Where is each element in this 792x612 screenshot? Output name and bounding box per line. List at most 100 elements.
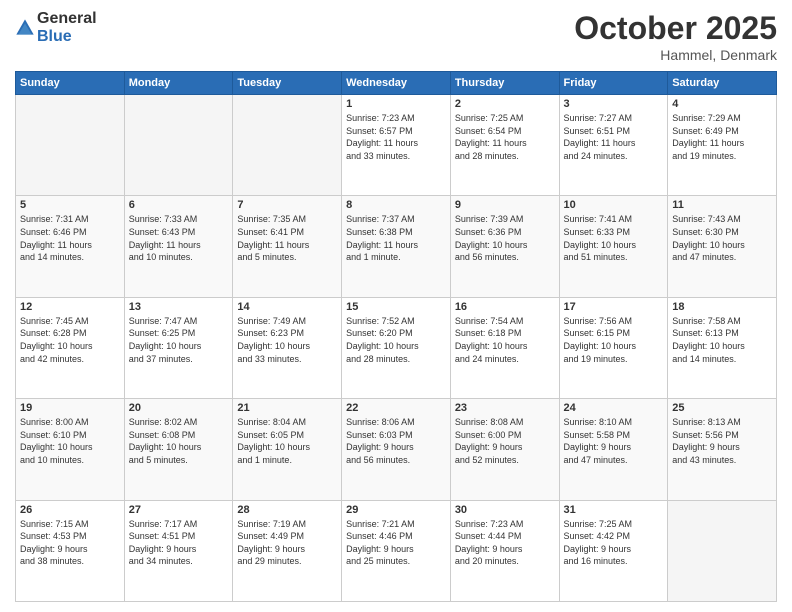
day-info: Sunrise: 7:19 AM Sunset: 4:49 PM Dayligh…	[237, 518, 337, 568]
day-info: Sunrise: 7:21 AM Sunset: 4:46 PM Dayligh…	[346, 518, 446, 568]
calendar-cell: 7 Sunrise: 7:35 AM Sunset: 6:41 PM Daylig…	[233, 196, 342, 297]
day-info: Sunrise: 7:23 AM Sunset: 4:44 PM Dayligh…	[455, 518, 555, 568]
day-info: Sunrise: 7:39 AM Sunset: 6:36 PM Dayligh…	[455, 213, 555, 263]
day-info: Sunrise: 8:02 AM Sunset: 6:08 PM Dayligh…	[129, 416, 229, 466]
calendar-cell: 18 Sunrise: 7:58 AM Sunset: 6:13 PM Dayli…	[668, 297, 777, 398]
day-info: Sunrise: 7:45 AM Sunset: 6:28 PM Dayligh…	[20, 315, 120, 365]
day-number: 9	[455, 199, 555, 211]
day-info: Sunrise: 7:27 AM Sunset: 6:51 PM Dayligh…	[564, 112, 664, 162]
calendar-cell: 13 Sunrise: 7:47 AM Sunset: 6:25 PM Dayli…	[124, 297, 233, 398]
calendar-cell	[16, 95, 125, 196]
day-info: Sunrise: 7:35 AM Sunset: 6:41 PM Dayligh…	[237, 213, 337, 263]
calendar-cell: 11 Sunrise: 7:43 AM Sunset: 6:30 PM Dayli…	[668, 196, 777, 297]
day-info: Sunrise: 7:43 AM Sunset: 6:30 PM Dayligh…	[672, 213, 772, 263]
day-info: Sunrise: 8:06 AM Sunset: 6:03 PM Dayligh…	[346, 416, 446, 466]
day-number: 1	[346, 98, 446, 110]
calendar-cell: 25Sunrise: 8:13 AM Sunset: 5:56 PM Dayli…	[668, 399, 777, 500]
calendar-week-3: 12 Sunrise: 7:45 AM Sunset: 6:28 PM Dayli…	[16, 297, 777, 398]
day-number: 19	[20, 402, 120, 414]
day-info: Sunrise: 7:17 AM Sunset: 4:51 PM Dayligh…	[129, 518, 229, 568]
calendar-cell: 29 Sunrise: 7:21 AM Sunset: 4:46 PM Dayli…	[342, 500, 451, 601]
calendar-cell: 12 Sunrise: 7:45 AM Sunset: 6:28 PM Dayli…	[16, 297, 125, 398]
day-info: Sunrise: 8:04 AM Sunset: 6:05 PM Dayligh…	[237, 416, 337, 466]
day-number: 20	[129, 402, 229, 414]
day-info: Sunrise: 7:54 AM Sunset: 6:18 PM Dayligh…	[455, 315, 555, 365]
day-info: Sunrise: 7:25 AM Sunset: 6:54 PM Dayligh…	[455, 112, 555, 162]
day-number: 2	[455, 98, 555, 110]
calendar-cell: 28 Sunrise: 7:19 AM Sunset: 4:49 PM Dayli…	[233, 500, 342, 601]
day-number: 18	[672, 301, 772, 313]
day-info: Sunrise: 8:00 AM Sunset: 6:10 PM Dayligh…	[20, 416, 120, 466]
calendar-week-2: 5 Sunrise: 7:31 AM Sunset: 6:46 PM Daylig…	[16, 196, 777, 297]
day-info: Sunrise: 7:56 AM Sunset: 6:15 PM Dayligh…	[564, 315, 664, 365]
day-number: 13	[129, 301, 229, 313]
calendar-cell: 14Sunrise: 7:49 AM Sunset: 6:23 PM Dayli…	[233, 297, 342, 398]
calendar-cell	[668, 500, 777, 601]
day-number: 26	[20, 504, 120, 516]
day-number: 22	[346, 402, 446, 414]
logo-blue-text: Blue	[37, 28, 97, 46]
day-info: Sunrise: 7:49 AM Sunset: 6:23 PM Dayligh…	[237, 315, 337, 365]
logo: General Blue	[15, 10, 97, 45]
calendar-header-friday: Friday	[559, 72, 668, 95]
day-number: 6	[129, 199, 229, 211]
day-number: 29	[346, 504, 446, 516]
day-info: Sunrise: 7:29 AM Sunset: 6:49 PM Dayligh…	[672, 112, 772, 162]
calendar-cell: 23Sunrise: 8:08 AM Sunset: 6:00 PM Dayli…	[450, 399, 559, 500]
day-info: Sunrise: 7:41 AM Sunset: 6:33 PM Dayligh…	[564, 213, 664, 263]
day-number: 15	[346, 301, 446, 313]
calendar-cell: 10Sunrise: 7:41 AM Sunset: 6:33 PM Dayli…	[559, 196, 668, 297]
calendar-cell: 5 Sunrise: 7:31 AM Sunset: 6:46 PM Daylig…	[16, 196, 125, 297]
calendar-cell: 19 Sunrise: 8:00 AM Sunset: 6:10 PM Dayli…	[16, 399, 125, 500]
calendar-cell: 3 Sunrise: 7:27 AM Sunset: 6:51 PM Daylig…	[559, 95, 668, 196]
day-info: Sunrise: 7:23 AM Sunset: 6:57 PM Dayligh…	[346, 112, 446, 162]
day-number: 31	[564, 504, 664, 516]
calendar-cell: 24 Sunrise: 8:10 AM Sunset: 5:58 PM Dayli…	[559, 399, 668, 500]
day-info: Sunrise: 7:25 AM Sunset: 4:42 PM Dayligh…	[564, 518, 664, 568]
calendar-header-tuesday: Tuesday	[233, 72, 342, 95]
calendar-header-monday: Monday	[124, 72, 233, 95]
day-number: 5	[20, 199, 120, 211]
location: Hammel, Denmark	[574, 47, 777, 63]
calendar-cell: 1 Sunrise: 7:23 AM Sunset: 6:57 PM Daylig…	[342, 95, 451, 196]
day-number: 8	[346, 199, 446, 211]
calendar-cell: 27 Sunrise: 7:17 AM Sunset: 4:51 PM Dayli…	[124, 500, 233, 601]
day-number: 27	[129, 504, 229, 516]
calendar-cell: 26 Sunrise: 7:15 AM Sunset: 4:53 PM Dayli…	[16, 500, 125, 601]
title-area: October 2025 Hammel, Denmark	[574, 10, 777, 63]
calendar-cell: 4Sunrise: 7:29 AM Sunset: 6:49 PM Daylig…	[668, 95, 777, 196]
day-number: 11	[672, 199, 772, 211]
day-info: Sunrise: 7:52 AM Sunset: 6:20 PM Dayligh…	[346, 315, 446, 365]
day-number: 25	[672, 402, 772, 414]
page: General Blue October 2025 Hammel, Denmar…	[0, 0, 792, 612]
day-number: 21	[237, 402, 337, 414]
day-number: 28	[237, 504, 337, 516]
day-info: Sunrise: 7:31 AM Sunset: 6:46 PM Dayligh…	[20, 213, 120, 263]
calendar-header-wednesday: Wednesday	[342, 72, 451, 95]
logo-general-text: General	[37, 10, 97, 28]
calendar-cell: 17Sunrise: 7:56 AM Sunset: 6:15 PM Dayli…	[559, 297, 668, 398]
calendar-header-thursday: Thursday	[450, 72, 559, 95]
day-info: Sunrise: 7:15 AM Sunset: 4:53 PM Dayligh…	[20, 518, 120, 568]
day-info: Sunrise: 7:47 AM Sunset: 6:25 PM Dayligh…	[129, 315, 229, 365]
day-info: Sunrise: 7:58 AM Sunset: 6:13 PM Dayligh…	[672, 315, 772, 365]
calendar-cell: 15 Sunrise: 7:52 AM Sunset: 6:20 PM Dayli…	[342, 297, 451, 398]
day-number: 7	[237, 199, 337, 211]
logo-text: General Blue	[37, 10, 97, 45]
calendar-cell: 16 Sunrise: 7:54 AM Sunset: 6:18 PM Dayli…	[450, 297, 559, 398]
day-number: 12	[20, 301, 120, 313]
calendar-header-saturday: Saturday	[668, 72, 777, 95]
calendar-cell: 9 Sunrise: 7:39 AM Sunset: 6:36 PM Daylig…	[450, 196, 559, 297]
calendar-cell: 31 Sunrise: 7:25 AM Sunset: 4:42 PM Dayli…	[559, 500, 668, 601]
calendar-cell: 6Sunrise: 7:33 AM Sunset: 6:43 PM Daylig…	[124, 196, 233, 297]
day-number: 24	[564, 402, 664, 414]
calendar-cell	[124, 95, 233, 196]
calendar-header-row: SundayMondayTuesdayWednesdayThursdayFrid…	[16, 72, 777, 95]
calendar-cell	[233, 95, 342, 196]
day-number: 16	[455, 301, 555, 313]
day-number: 30	[455, 504, 555, 516]
logo-icon	[15, 18, 35, 38]
day-number: 3	[564, 98, 664, 110]
day-info: Sunrise: 8:10 AM Sunset: 5:58 PM Dayligh…	[564, 416, 664, 466]
day-number: 23	[455, 402, 555, 414]
